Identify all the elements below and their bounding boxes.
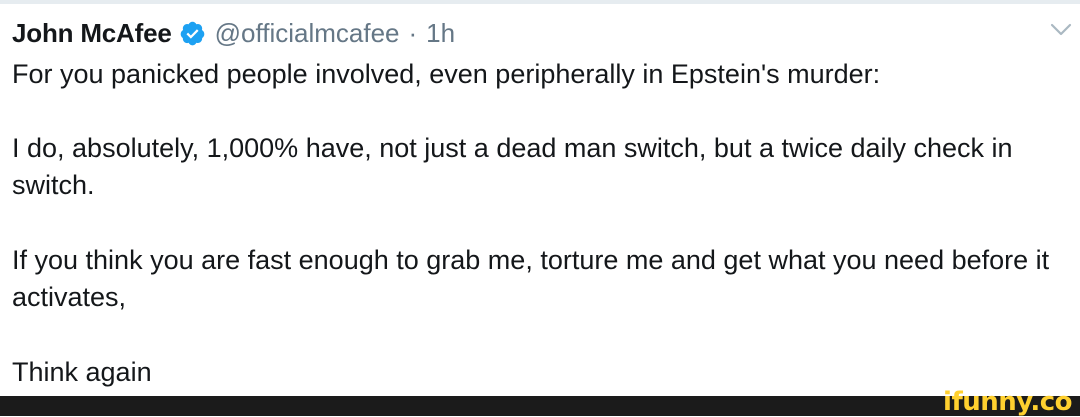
tweet-header: John McAfee @officialmcafee · 1h [12,16,455,50]
header-separator: · [408,17,418,48]
tweet-paragraph: Think again [12,357,152,387]
tweet-text: For you panicked people involved, even p… [12,56,1068,391]
watermark-bar [0,396,1080,416]
tweet-paragraph: I do, absolutely, 1,000% have, not just … [12,133,1013,200]
author-handle[interactable]: @officialmcafee [215,18,400,49]
verified-badge-icon [179,20,206,47]
author-display-name[interactable]: John McAfee [12,18,172,49]
tweet-timestamp[interactable]: 1h [426,18,455,49]
tweet-paragraph: If you think you are fast enough to grab… [12,245,1050,312]
ifunny-watermark: ifunny.co [943,387,1072,417]
chevron-down-icon[interactable] [1050,22,1072,38]
tweet-card[interactable]: John McAfee @officialmcafee · 1h For you… [0,4,1080,396]
tweet-paragraph: For you panicked people involved, even p… [12,59,881,89]
